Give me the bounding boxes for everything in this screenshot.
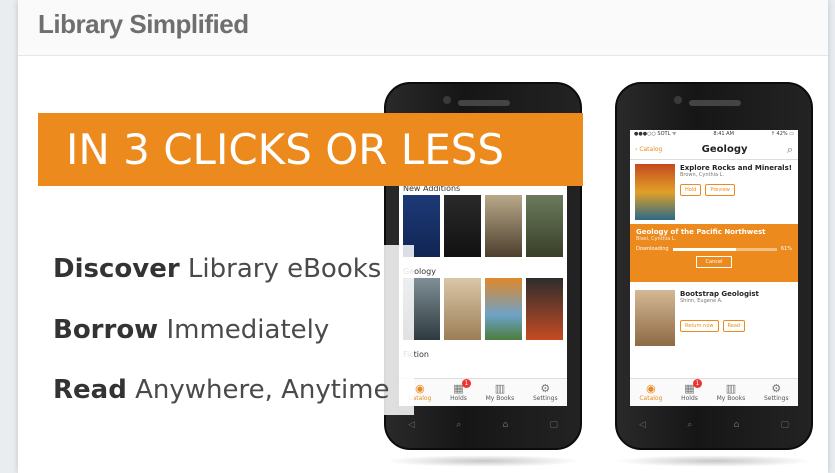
tab-catalog-label: Catalog bbox=[639, 395, 663, 402]
speaker-grille bbox=[689, 100, 741, 106]
card-header: Library Simplified bbox=[18, 0, 828, 56]
hold-button[interactable]: Hold bbox=[680, 184, 702, 196]
book-cover[interactable] bbox=[635, 164, 675, 220]
feature-borrow: Borrow Immediately bbox=[53, 315, 329, 345]
status-time: 8:41 AM bbox=[713, 131, 734, 137]
tab-my-books[interactable]: ▥ My Books bbox=[485, 382, 515, 403]
nav-bar: ‹ Catalog Geology ⌕ bbox=[630, 140, 798, 160]
book-cover[interactable] bbox=[635, 290, 675, 346]
tab-settings[interactable]: ⚙ Settings bbox=[764, 382, 789, 403]
tab-my-books-label: My Books bbox=[716, 395, 746, 402]
download-progress-fill bbox=[672, 247, 737, 251]
settings-icon: ⚙ bbox=[540, 382, 551, 395]
headline-text: IN 3 CLICKS OR LESS bbox=[66, 125, 505, 174]
recent-nav-icon: ▢ bbox=[780, 420, 789, 430]
brand-title: Library Simplified bbox=[38, 9, 249, 39]
mybooks-icon: ▥ bbox=[494, 382, 506, 395]
catalog-icon: ◉ bbox=[646, 382, 656, 395]
download-status: Downloading bbox=[636, 246, 669, 252]
tab-settings-label: Settings bbox=[764, 395, 789, 402]
phone2-tabbar: ◉ Catalog ▦ 1 Holds ▥ My Books ⚙ Settings bbox=[630, 378, 798, 406]
preview-button[interactable]: Preview bbox=[705, 184, 735, 196]
feature-discover-bold: Discover bbox=[53, 254, 180, 284]
camera-icon bbox=[443, 96, 451, 104]
book-item[interactable]: Bootstrap Geologist Shinn, Eugene A. Ret… bbox=[630, 286, 798, 350]
back-to-catalog-link[interactable]: ‹ Catalog bbox=[635, 146, 662, 153]
tab-catalog[interactable]: ◉ Catalog bbox=[639, 382, 663, 403]
book-cover[interactable] bbox=[485, 278, 522, 340]
book-cover[interactable] bbox=[444, 278, 481, 340]
download-percent: 61% bbox=[780, 246, 792, 252]
search-nav-icon: ⌕ bbox=[456, 420, 462, 430]
phone-shadow bbox=[615, 455, 813, 467]
status-bar: ●●●○○ SOTL ᯤ 8:41 AM ↑ 42% ▭ bbox=[630, 130, 798, 140]
book-author: Shinn, Eugene A. bbox=[680, 298, 723, 304]
tab-my-books[interactable]: ▥ My Books bbox=[716, 382, 746, 403]
book-item[interactable]: Explore Rocks and Minerals! Brown, Cynth… bbox=[630, 160, 798, 224]
book-row-new bbox=[399, 195, 567, 257]
feature-discover: Discover Library eBooks bbox=[53, 254, 381, 284]
search-nav-icon: ⌕ bbox=[687, 420, 693, 430]
tab-holds-label: Holds bbox=[450, 395, 467, 402]
tab-holds[interactable]: ▦ 1 Holds bbox=[681, 379, 702, 402]
back-label: Catalog bbox=[639, 146, 663, 153]
feature-borrow-bold: Borrow bbox=[53, 315, 159, 345]
feature-discover-rest: Library eBooks bbox=[179, 254, 382, 284]
feature-read-bold: Read bbox=[53, 375, 127, 405]
feature-read: Read Anywhere, Anytime bbox=[53, 375, 390, 405]
phone-geology-screen: ●●●○○ SOTL ᯤ 8:41 AM ↑ 42% ▭ ‹ Catalog G… bbox=[630, 130, 798, 406]
book-row-geology bbox=[399, 278, 567, 340]
holds-badge: 1 bbox=[461, 379, 471, 388]
tab-my-books-label: My Books bbox=[485, 395, 515, 402]
holds-badge: 1 bbox=[692, 379, 702, 388]
feature-read-rest: Anywhere, Anytime bbox=[126, 375, 390, 405]
page-title: Geology bbox=[701, 144, 748, 155]
phone-geology: ●●●○○ SOTL ᯤ 8:41 AM ↑ 42% ▭ ‹ Catalog G… bbox=[615, 82, 813, 450]
read-button[interactable]: Read bbox=[722, 320, 746, 332]
feature-borrow-rest: Immediately bbox=[158, 315, 330, 345]
speaker-grille bbox=[458, 100, 510, 106]
phone1-tabbar: ◉ Catalog ▦ 1 Holds ▥ My Books ⚙ Settings bbox=[399, 378, 567, 406]
settings-icon: ⚙ bbox=[771, 382, 782, 395]
section-fiction[interactable]: Fiction bbox=[399, 348, 567, 361]
download-title: Geology of the Pacific Northwest bbox=[636, 228, 766, 236]
tab-holds-label: Holds bbox=[681, 395, 698, 402]
camera-icon bbox=[674, 96, 682, 104]
download-progress-bar bbox=[672, 247, 777, 251]
back-nav-icon: ◁ bbox=[639, 420, 646, 430]
book-cover[interactable] bbox=[485, 195, 522, 257]
tab-holds[interactable]: ▦ 1 Holds bbox=[450, 379, 471, 402]
android-navbar: ◁ ⌕ ⌂ ▢ bbox=[408, 420, 558, 438]
search-icon[interactable]: ⌕ bbox=[787, 143, 793, 157]
book-title: Explore Rocks and Minerals! bbox=[680, 164, 792, 172]
mybooks-icon: ▥ bbox=[725, 382, 737, 395]
book-cover[interactable] bbox=[526, 195, 563, 257]
return-now-button[interactable]: Return now bbox=[680, 320, 719, 332]
recent-nav-icon: ▢ bbox=[549, 420, 558, 430]
section-geology[interactable]: Geology bbox=[399, 265, 567, 278]
book-author: Brown, Cynthia L. bbox=[680, 172, 725, 178]
tab-settings-label: Settings bbox=[533, 395, 558, 402]
android-navbar: ◁ ⌕ ⌂ ▢ bbox=[639, 420, 789, 438]
book-cover[interactable] bbox=[444, 195, 481, 257]
book-title: Bootstrap Geologist bbox=[680, 290, 759, 298]
tab-settings[interactable]: ⚙ Settings bbox=[533, 382, 558, 403]
home-nav-icon: ⌂ bbox=[502, 420, 509, 430]
download-panel: Geology of the Pacific Northwest Bisel, … bbox=[630, 224, 798, 282]
back-nav-icon: ◁ bbox=[408, 420, 415, 430]
download-author: Bisel, Cynthia L. bbox=[636, 236, 677, 242]
cancel-download-button[interactable]: Cancel bbox=[696, 256, 732, 268]
status-battery: ↑ 42% ▭ bbox=[770, 131, 794, 137]
headline-banner: IN 3 CLICKS OR LESS bbox=[38, 113, 583, 186]
home-nav-icon: ⌂ bbox=[733, 420, 740, 430]
status-signal: ●●●○○ SOTL ᯤ bbox=[634, 131, 677, 137]
book-cover[interactable] bbox=[526, 278, 563, 340]
phone-shadow bbox=[384, 455, 582, 467]
